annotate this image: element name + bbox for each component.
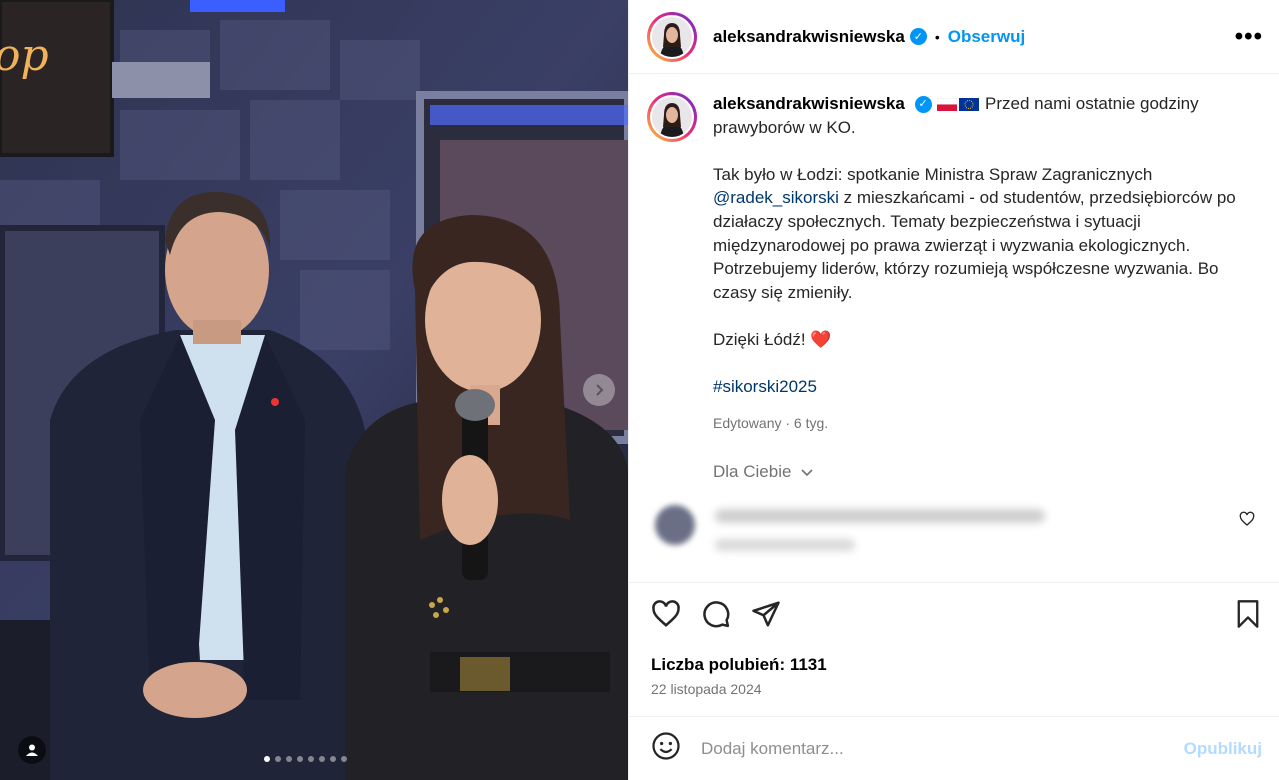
comment-text-blurred (715, 509, 1045, 523)
more-icon[interactable]: ••• (1235, 23, 1263, 51)
avatar-image (652, 16, 692, 57)
carousel-dot (264, 756, 270, 762)
photo-scene: op (0, 0, 628, 780)
comment-input[interactable] (701, 738, 1184, 759)
carousel-next-button[interactable] (583, 374, 615, 406)
emoji-button[interactable] (651, 731, 681, 766)
comment-meta-blurred (715, 539, 855, 551)
carousel-dot (297, 756, 303, 762)
chevron-down-icon (801, 468, 813, 476)
hashtag-link[interactable]: #sikorski2025 (713, 377, 817, 396)
caption-text: aleksandrakwisniewska ✓ Przed nami ostat… (713, 92, 1253, 436)
flag-pl-icon (937, 98, 958, 112)
mention-link[interactable]: @radek_sikorski (713, 188, 839, 207)
for-you-dropdown[interactable]: Dla Ciebie (713, 462, 814, 482)
avatar[interactable] (647, 11, 697, 62)
avatar-image (652, 97, 692, 137)
save-button[interactable] (1234, 599, 1262, 634)
user-tag-icon (26, 744, 38, 756)
carousel-dot (341, 756, 347, 762)
follow-button[interactable]: Obserwuj (948, 27, 1025, 47)
post-date: 22 listopada 2024 (651, 681, 762, 697)
comment-like-icon[interactable] (1239, 511, 1255, 527)
carousel-dot (308, 756, 314, 762)
header-username[interactable]: aleksandrakwisniewska (713, 27, 905, 47)
header-separator: • (934, 28, 940, 45)
post-panel: aleksandrakwisniewska ✓ • Obserwuj ••• a… (628, 0, 1279, 780)
post-actions: Liczba polubień: 1131 22 listopada 2024 (629, 582, 1279, 716)
emoji-icon (652, 732, 680, 760)
caption-avatar[interactable] (647, 92, 697, 142)
bookmark-icon (1237, 600, 1259, 628)
caption-paragraph-start: Tak było w Łodzi: spotkanie Ministra Spr… (713, 164, 1153, 184)
verified-icon: ✓ (909, 28, 927, 45)
carousel-dot (330, 756, 336, 762)
likes-count[interactable]: Liczba polubień: 1131 (651, 655, 827, 675)
post-photo[interactable]: op (0, 0, 628, 780)
heart-icon (652, 600, 680, 627)
carousel-next-icon (596, 384, 604, 396)
like-button[interactable] (651, 599, 681, 629)
carousel-dot (319, 756, 325, 762)
edited-timestamp: Edytowany · 6 tyg. (713, 415, 829, 432)
carousel-indicator (264, 756, 347, 762)
for-you-label: Dla Ciebie (713, 462, 792, 481)
carousel-dot (286, 756, 292, 762)
comment-icon (703, 601, 730, 628)
caption: aleksandrakwisniewska ✓ Przed nami ostat… (647, 92, 1267, 436)
comment-bar: Opublikuj (629, 716, 1279, 780)
verified-icon: ✓ (914, 96, 932, 114)
share-icon (752, 601, 780, 627)
post-comment-button[interactable]: Opublikuj (1184, 739, 1262, 759)
share-button[interactable] (751, 599, 781, 629)
svg-text:op: op (0, 30, 49, 81)
comment-avatar (655, 505, 695, 545)
post-header: aleksandrakwisniewska ✓ • Obserwuj ••• (629, 0, 1279, 74)
comment-button[interactable] (701, 599, 731, 629)
caption-thanks: Dzięki Łódź! (713, 329, 811, 349)
carousel-dot (275, 756, 281, 762)
flag-eu-icon (959, 98, 980, 112)
blurred-comment (635, 497, 1275, 582)
user-tag-button[interactable] (18, 736, 46, 764)
caption-username[interactable]: aleksandrakwisniewska (713, 94, 905, 113)
heart-emoji: ❤️ (810, 329, 832, 349)
